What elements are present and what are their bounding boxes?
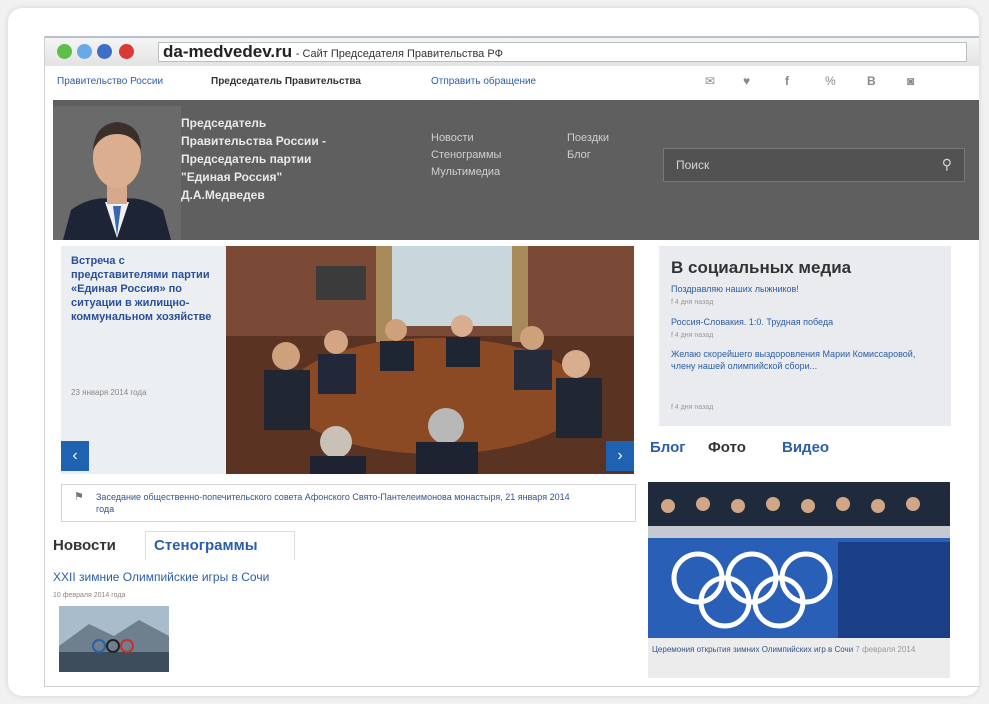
header-title-line: Правительства России -: [181, 134, 327, 148]
social-post[interactable]: Поздравляю наших лыжников!: [671, 283, 941, 295]
nav-blog-link[interactable]: Блог: [567, 147, 609, 164]
header-nav-col2: Поездки Блог: [567, 130, 609, 164]
topnav-government-link[interactable]: Правительство России: [57, 76, 163, 87]
feature-headline[interactable]: Встреча с представителями партии «Единая…: [71, 254, 219, 324]
news-date: 10 февраля 2014 года: [53, 592, 126, 599]
mail-icon[interactable]: ✉: [705, 74, 715, 88]
address-title: - Сайт Председателя Правительства РФ: [295, 48, 503, 60]
tab-photo[interactable]: Фото: [708, 439, 746, 456]
photo-caption-title: Церемония открытия зимних Олимпийских иг…: [652, 645, 854, 654]
feature-caption-text: Заседание общественно-попечительского со…: [96, 492, 570, 514]
news-thumbnail[interactable]: [59, 606, 169, 672]
facebook-icon[interactable]: f: [785, 74, 789, 88]
window-close-button[interactable]: [119, 44, 134, 59]
nav-multimedia-link[interactable]: Мультимедиа: [431, 164, 501, 181]
nav-transcripts-link[interactable]: Стенограммы: [431, 147, 501, 164]
feature-slider: Встреча с представителями партии «Единая…: [61, 246, 634, 474]
vk-icon[interactable]: В: [867, 74, 876, 88]
feature-caption[interactable]: ⚑ Заседание общественно-попечительского …: [61, 484, 636, 522]
search-icon[interactable]: ⚲: [942, 156, 952, 173]
window-blue-button-2[interactable]: [97, 44, 112, 59]
nav-trips-link[interactable]: Поездки: [567, 130, 609, 147]
social-post[interactable]: Желаю скорейшего выздоровления Марии Ком…: [671, 348, 941, 372]
topnav-send-appeal-link[interactable]: Отправить обращение: [431, 76, 536, 87]
photo-caption-date: 7 февраля 2014: [855, 645, 916, 654]
link-icon[interactable]: %: [825, 74, 836, 88]
slider-next-button[interactable]: ›: [606, 441, 634, 471]
header-title-line: Д.А.Медведев: [181, 188, 265, 202]
header-title-line: Председатель: [181, 116, 267, 130]
news-headline[interactable]: XXII зимние Олимпийские игры в Сочи: [53, 570, 269, 584]
social-post[interactable]: Россия-Словакия. 1:0. Трудная победа: [671, 316, 941, 328]
social-post-meta: f 4 дня назад: [671, 332, 714, 339]
social-post-meta: f 4 дня назад: [671, 404, 714, 411]
header-title: Председатель Правительства России - Пред…: [181, 114, 401, 204]
twitter-icon[interactable]: ♥: [743, 74, 750, 88]
search-input[interactable]: Поиск ⚲: [663, 148, 965, 182]
window-blue-button[interactable]: [77, 44, 92, 59]
flag-icon: ⚑: [74, 491, 84, 503]
photo-caption-text: Церемония открытия зимних Олимпийских иг…: [652, 644, 942, 656]
browser-titlebar: da-medvedev.ru - Сайт Председателя Прави…: [45, 36, 979, 66]
header-nav-col1: Новости Стенограммы Мультимедиа: [431, 130, 501, 181]
topnav-chairman-link[interactable]: Председатель Правительства: [211, 76, 361, 87]
address-domain: da-medvedev.ru: [163, 42, 293, 61]
social-media-panel: В социальных медиа Поздравляю наших лыжн…: [659, 246, 951, 426]
slider-prev-button[interactable]: ‹: [61, 441, 89, 471]
social-post-meta: f 4 дня назад: [671, 299, 714, 306]
top-nav: Правительство России Председатель Правит…: [45, 66, 979, 96]
address-bar[interactable]: da-medvedev.ru - Сайт Председателя Прави…: [158, 42, 967, 62]
photo-caption[interactable]: Церемония открытия зимних Олимпийских иг…: [648, 638, 950, 678]
search-placeholder: Поиск: [676, 158, 710, 172]
feature-date: 23 января 2014 года: [71, 388, 147, 397]
tab-transcripts[interactable]: Стенограммы: [145, 531, 295, 560]
media-tabs: Блог Фото Видео: [650, 433, 950, 469]
header-title-line: "Единая Россия": [181, 170, 283, 184]
tab-blog[interactable]: Блог: [650, 439, 686, 456]
header-title-line: Председатель партии: [181, 152, 312, 166]
tab-news[interactable]: Новости: [53, 537, 116, 554]
feature-photo[interactable]: [226, 246, 634, 474]
olympic-photo[interactable]: [648, 482, 950, 638]
tab-video[interactable]: Видео: [782, 439, 829, 456]
instagram-icon[interactable]: ◙: [907, 74, 914, 88]
nav-news-link[interactable]: Новости: [431, 130, 501, 147]
site-header: Председатель Правительства России - Пред…: [53, 100, 979, 240]
browser-window: da-medvedev.ru - Сайт Председателя Прави…: [44, 36, 979, 687]
social-title: В социальных медиа: [671, 258, 852, 277]
window-green-button[interactable]: [57, 44, 72, 59]
portrait-photo: [53, 106, 181, 240]
